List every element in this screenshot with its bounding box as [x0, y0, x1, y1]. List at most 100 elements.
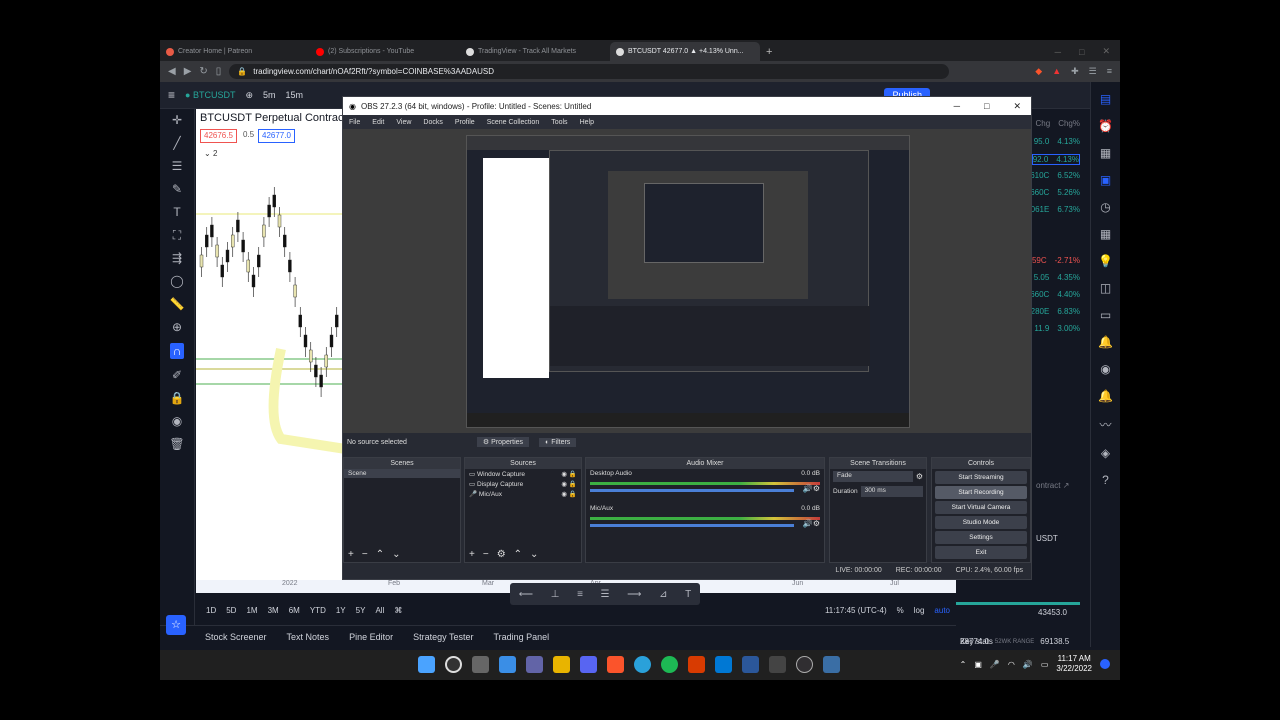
watchlist-row[interactable]: 660C 4.40% — [1030, 290, 1080, 299]
obs-window[interactable]: ◉ OBS 27.2.3 (64 bit, windows) - Profile… — [342, 96, 1032, 580]
back-icon[interactable]: ◀ — [168, 66, 176, 77]
pattern-icon[interactable]: ⛶ — [173, 228, 181, 242]
alarm-icon[interactable]: ⏰ — [1098, 119, 1113, 133]
add-icon[interactable]: + — [348, 549, 354, 560]
crosshair-icon[interactable]: ✛ — [172, 113, 182, 127]
tab-pine-editor[interactable]: Pine Editor — [339, 632, 403, 642]
maximize-icon[interactable]: □ — [1079, 47, 1084, 57]
tab-text-notes[interactable]: Text Notes — [277, 632, 340, 642]
eye-icon[interactable]: ◉ 🔒 — [561, 490, 577, 498]
mail-icon[interactable] — [715, 656, 732, 673]
percent-scale[interactable]: % — [897, 606, 904, 615]
spotify-icon[interactable] — [661, 656, 678, 673]
tradingview-app-icon[interactable] — [769, 656, 786, 673]
start-streaming-button[interactable]: Start Streaming — [935, 471, 1027, 484]
magnet-icon[interactable]: ∩ — [169, 343, 185, 359]
hotlist-icon[interactable]: ▣ — [1100, 173, 1111, 187]
brave-icon[interactable] — [607, 656, 624, 673]
move-up-icon[interactable]: ⌃ — [376, 549, 384, 560]
move-up-icon[interactable]: ⌃ — [514, 549, 522, 560]
range-ytd[interactable]: YTD — [310, 606, 326, 615]
battery-icon[interactable]: ▭ — [1041, 660, 1049, 669]
ask-price[interactable]: 42677.0 — [258, 129, 295, 143]
extensions-icon[interactable]: ✚ — [1071, 66, 1079, 77]
task-view-icon[interactable] — [472, 656, 489, 673]
ruler-icon[interactable]: 📏 — [170, 297, 185, 311]
obs-preview[interactable] — [343, 129, 1031, 433]
angle-icon[interactable]: ⊿ — [659, 589, 667, 600]
settings-button[interactable]: Settings — [935, 531, 1027, 544]
stream-icon[interactable]: ◉ — [1100, 362, 1110, 376]
watchlist-row[interactable]: 92.0 4.13% — [1031, 154, 1080, 165]
close-icon[interactable]: ✕ — [1102, 46, 1110, 57]
tab-patreon[interactable]: Creator Home | Patreon — [160, 42, 310, 61]
menu-edit[interactable]: Edit — [372, 119, 384, 126]
vline-icon[interactable]: ⊥ — [551, 589, 560, 600]
tab-trading-panel[interactable]: Trading Panel — [483, 632, 559, 642]
range-3m[interactable]: 3M — [268, 606, 279, 615]
teams-icon[interactable] — [526, 656, 543, 673]
menu-file[interactable]: File — [349, 119, 360, 126]
wifi-icon[interactable]: ◠ — [1008, 660, 1015, 669]
watchlist-row[interactable]: 11.9 3.00% — [1034, 324, 1080, 333]
line-icon[interactable]: ⟵ — [519, 589, 533, 600]
range-5y[interactable]: 5Y — [356, 606, 366, 615]
source-item[interactable]: ▭ Display Capture ◉ 🔒 — [465, 479, 581, 489]
goto-date-icon[interactable]: ⌘ — [394, 606, 402, 615]
range-all[interactable]: All — [375, 606, 384, 615]
zoom-icon[interactable]: ⊕ — [172, 320, 182, 334]
menu-view[interactable]: View — [396, 119, 411, 126]
brave-shield-icon[interactable]: ◆ — [1035, 66, 1042, 77]
eye-icon[interactable]: ◉ 🔒 — [561, 480, 577, 488]
align-icon[interactable]: ≡ — [577, 589, 583, 600]
source-item[interactable]: ▭ Window Capture ◉ 🔒 — [465, 469, 581, 479]
notification-icon[interactable] — [1100, 659, 1110, 669]
remove-icon[interactable]: − — [483, 549, 489, 560]
log-scale[interactable]: log — [914, 606, 925, 615]
interval-15m[interactable]: 15m — [286, 90, 304, 100]
symbol-search[interactable]: ● BTCUSDT — [185, 90, 235, 100]
tab-youtube[interactable]: (2) Subscriptions - YouTube — [310, 42, 460, 61]
chat-icon[interactable]: ◫ — [1100, 281, 1111, 295]
move-down-icon[interactable]: ⌄ — [530, 549, 538, 560]
text-icon[interactable]: T — [173, 205, 180, 219]
watchlist-row[interactable]: 660C 5.26% — [1030, 188, 1080, 197]
gear-icon[interactable]: ⚙ — [916, 472, 923, 481]
lock-icon[interactable]: 🔒 — [170, 391, 185, 405]
bookmark-icon[interactable]: ▯ — [216, 66, 222, 77]
hline-icon[interactable]: ⟶ — [627, 589, 641, 600]
obs-app-icon[interactable] — [796, 656, 813, 673]
speaker-icon[interactable]: 🔊⚙ — [803, 519, 820, 528]
trash-icon[interactable]: 🗑 — [169, 437, 184, 451]
explorer-icon[interactable] — [553, 656, 570, 673]
watchlist-icon[interactable]: ▤ — [1100, 92, 1111, 106]
help-icon[interactable]: ? — [1102, 473, 1109, 487]
compare-icon[interactable]: ⊕ — [245, 90, 253, 101]
layers-icon[interactable]: ◈ — [1101, 446, 1110, 460]
menu-profile[interactable]: Profile — [455, 119, 475, 126]
properties-button[interactable]: ⚙ Properties — [476, 437, 530, 447]
gear-icon[interactable]: ⚙ — [497, 549, 506, 560]
reload-icon[interactable]: ↻ — [199, 66, 207, 77]
obs-maximize-icon[interactable]: □ — [984, 101, 989, 112]
anchor-text-icon[interactable]: T — [685, 589, 691, 600]
lock-drawings-icon[interactable]: ✐ — [172, 368, 182, 382]
range-6m[interactable]: 6M — [289, 606, 300, 615]
calculator-icon[interactable] — [823, 656, 840, 673]
prediction-icon[interactable]: ⇶ — [172, 251, 182, 265]
menu-icon[interactable]: ≡ — [1107, 66, 1112, 77]
remove-icon[interactable]: − — [362, 549, 368, 560]
watchlist-row[interactable]: 610C 6.52% — [1030, 171, 1080, 180]
fib-icon[interactable]: ☰ — [172, 159, 183, 173]
menu-docks[interactable]: Docks — [423, 119, 442, 126]
widgets-icon[interactable] — [499, 656, 516, 673]
tray-chevron-icon[interactable]: ⌃ — [960, 660, 967, 669]
eye-icon[interactable]: ◉ — [172, 414, 182, 428]
auto-scale[interactable]: auto — [934, 606, 956, 615]
source-item[interactable]: 🎤 Mic/Aux ◉ 🔒 — [465, 489, 581, 499]
volume-slider[interactable]: 🔊⚙ — [590, 519, 820, 528]
tv-menu-icon[interactable]: ≡ — [168, 88, 175, 102]
list-icon[interactable]: ☰ — [601, 589, 610, 600]
tray-app-icon[interactable]: ▣ — [974, 660, 982, 669]
new-tab-button[interactable]: + — [760, 42, 778, 61]
